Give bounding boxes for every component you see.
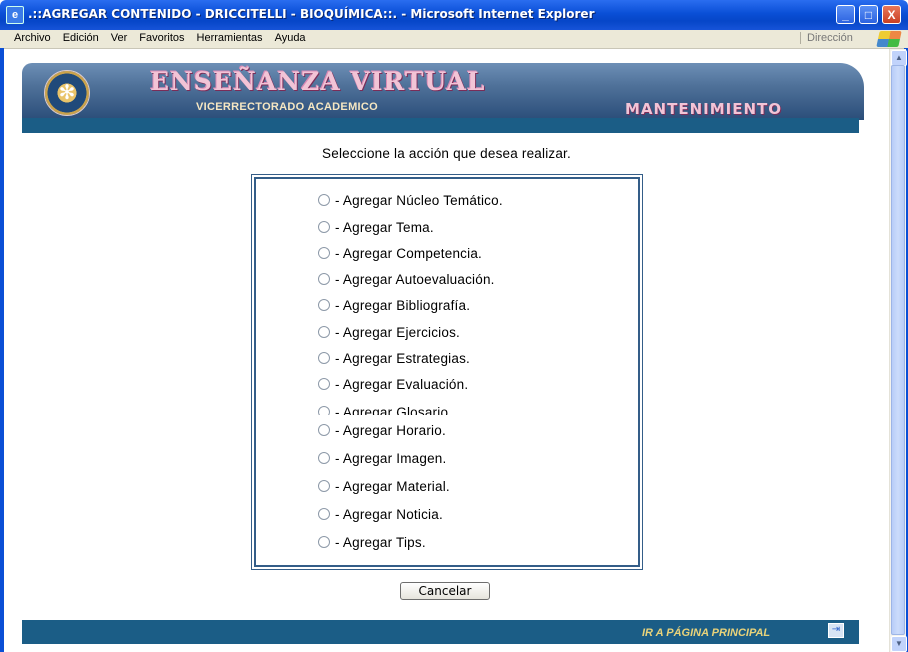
radio-icon[interactable] bbox=[318, 273, 330, 286]
option-material[interactable]: - Agregar Material. bbox=[318, 478, 450, 496]
minimize-button[interactable]: _ bbox=[836, 5, 855, 24]
radio-icon[interactable] bbox=[318, 299, 330, 312]
site-name: ENSEÑANZA VIRTUAL bbox=[150, 67, 486, 96]
cancel-button[interactable]: Cancelar bbox=[400, 582, 490, 600]
windows-logo-icon bbox=[876, 31, 902, 47]
option-label: - Agregar Estrategias. bbox=[335, 351, 470, 366]
exit-icon[interactable]: ⇥ bbox=[828, 623, 844, 638]
menu-favoritos[interactable]: Favoritos bbox=[139, 32, 184, 44]
option-tips[interactable]: - Agregar Tips. bbox=[318, 534, 426, 552]
address-label[interactable]: Dirección bbox=[800, 32, 853, 44]
menu-ayuda[interactable]: Ayuda bbox=[275, 32, 306, 44]
option-competencia[interactable]: - Agregar Competencia. bbox=[318, 245, 482, 263]
option-imagen[interactable]: - Agregar Imagen. bbox=[318, 450, 446, 468]
maximize-button[interactable]: □ bbox=[859, 5, 878, 24]
scroll-thumb[interactable] bbox=[891, 65, 905, 635]
radio-icon[interactable] bbox=[318, 452, 330, 465]
option-label: - Agregar Bibliografía. bbox=[335, 298, 471, 313]
page-content: ✻ ENSEÑANZA VIRTUAL VICERRECTORADO ACADE… bbox=[4, 49, 889, 652]
window-titlebar: e .::AGREGAR CONTENIDO - DRICCITELLI - B… bbox=[0, 0, 908, 30]
radio-icon[interactable] bbox=[318, 424, 330, 437]
radio-icon[interactable] bbox=[318, 221, 330, 234]
option-estrategias[interactable]: - Agregar Estrategias. bbox=[318, 350, 470, 368]
close-button[interactable]: X bbox=[882, 5, 901, 24]
option-label: - Agregar Imagen. bbox=[335, 451, 447, 466]
option-label: - Agregar Competencia. bbox=[335, 246, 482, 261]
menu-archivo[interactable]: Archivo bbox=[14, 32, 51, 44]
scroll-down-button[interactable]: ▼ bbox=[891, 636, 907, 652]
radio-icon[interactable] bbox=[318, 508, 330, 521]
menu-herramientas[interactable]: Herramientas bbox=[197, 32, 263, 44]
ie-icon: e bbox=[6, 6, 24, 24]
menu-items: Archivo Edición Ver Favoritos Herramient… bbox=[14, 32, 306, 44]
site-subtitle: VICERRECTORADO ACADEMICO bbox=[196, 101, 378, 113]
radio-icon[interactable] bbox=[318, 326, 330, 339]
options-box bbox=[251, 174, 643, 570]
menu-ver[interactable]: Ver bbox=[111, 32, 128, 44]
option-nucleo-tematico[interactable]: - Agregar Núcleo Temático. bbox=[318, 192, 503, 210]
radio-icon[interactable] bbox=[318, 247, 330, 260]
radio-icon[interactable] bbox=[318, 480, 330, 493]
option-label: - Agregar Glosario bbox=[335, 405, 449, 415]
option-ejercicios[interactable]: - Agregar Ejercicios. bbox=[318, 324, 460, 342]
scroll-up-button[interactable]: ▲ bbox=[891, 50, 907, 66]
option-autoevaluacion[interactable]: - Agregar Autoevaluación. bbox=[318, 271, 495, 289]
option-horario[interactable]: - Agregar Horario. bbox=[318, 422, 446, 440]
option-bibliografia[interactable]: - Agregar Bibliografía. bbox=[318, 297, 470, 315]
radio-icon[interactable] bbox=[318, 194, 330, 207]
option-label: - Agregar Evaluación. bbox=[335, 377, 469, 392]
option-glosario[interactable]: - Agregar Glosario bbox=[318, 404, 448, 415]
section-label: MANTENIMIENTO bbox=[625, 100, 782, 118]
vertical-scrollbar[interactable]: ▲ ▼ bbox=[889, 49, 907, 652]
option-tema[interactable]: - Agregar Tema. bbox=[318, 219, 434, 237]
option-label: - Agregar Noticia. bbox=[335, 507, 443, 522]
window-title: .::AGREGAR CONTENIDO - DRICCITELLI - BIO… bbox=[28, 7, 595, 21]
option-label: - Agregar Material. bbox=[335, 479, 450, 494]
option-label: - Agregar Núcleo Temático. bbox=[335, 193, 503, 208]
option-label: - Agregar Ejercicios. bbox=[335, 325, 460, 340]
option-label: - Agregar Tema. bbox=[335, 220, 434, 235]
option-label: - Agregar Horario. bbox=[335, 423, 446, 438]
radio-icon[interactable] bbox=[318, 536, 330, 549]
option-label: - Agregar Autoevaluación. bbox=[335, 272, 495, 287]
site-banner: ✻ ENSEÑANZA VIRTUAL VICERRECTORADO ACADE… bbox=[22, 63, 864, 120]
menu-edicion[interactable]: Edición bbox=[63, 32, 99, 44]
page-prompt: Seleccione la acción que desea realizar. bbox=[322, 146, 571, 161]
header-bar bbox=[22, 118, 859, 133]
option-evaluacion[interactable]: - Agregar Evaluación. bbox=[318, 376, 468, 394]
radio-icon[interactable] bbox=[318, 406, 330, 415]
radio-icon[interactable] bbox=[318, 378, 330, 391]
home-link[interactable]: IR A PÁGINA PRINCIPAL bbox=[642, 627, 770, 639]
university-seal-icon: ✻ bbox=[44, 70, 90, 116]
menu-bar: Archivo Edición Ver Favoritos Herramient… bbox=[0, 30, 908, 49]
footer-bar: IR A PÁGINA PRINCIPAL ⇥ bbox=[22, 620, 859, 644]
option-noticia[interactable]: - Agregar Noticia. bbox=[318, 506, 443, 524]
option-label: - Agregar Tips. bbox=[335, 535, 426, 550]
radio-icon[interactable] bbox=[318, 352, 330, 365]
